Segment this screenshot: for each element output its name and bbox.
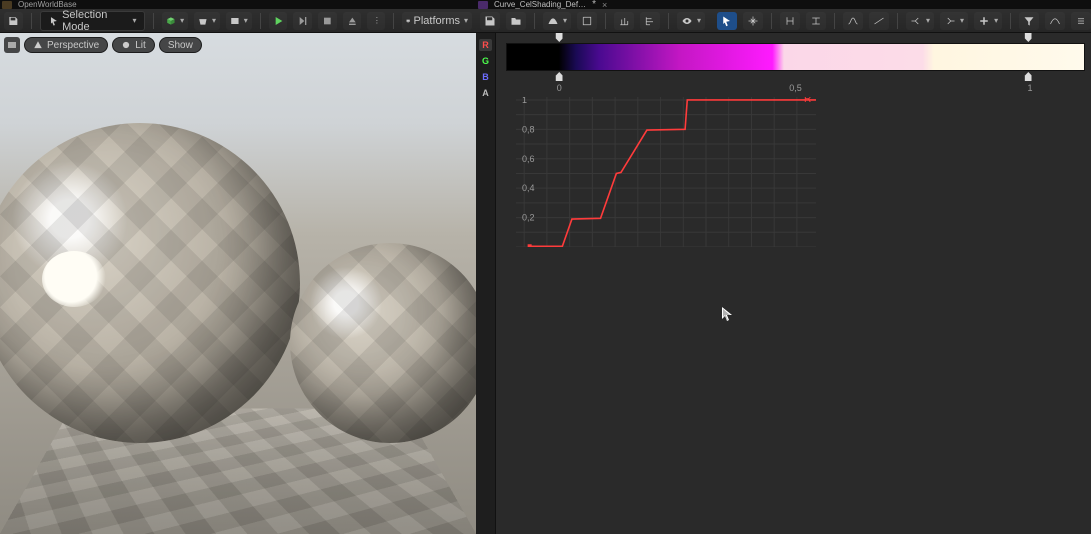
eject-button[interactable] — [343, 12, 362, 30]
filter-button[interactable] — [1019, 12, 1039, 30]
add-content-dropdown[interactable]: ▾ — [162, 12, 188, 30]
right-tab-label[interactable]: Curve_CelShading_Def… — [494, 0, 586, 9]
channel-column: R G B A — [476, 33, 496, 534]
curve-key[interactable] — [528, 244, 532, 247]
snap-time-button[interactable] — [577, 12, 597, 30]
gradient-preview — [496, 33, 1091, 83]
viewport-overlay: Perspective Lit Show — [4, 37, 202, 53]
y-axis-label: 0,2 — [522, 213, 535, 223]
curve-label-r: R — [804, 97, 811, 105]
visibility-dropdown[interactable]: ▾ — [677, 12, 705, 30]
separator — [31, 13, 32, 29]
transform-tool-button[interactable] — [743, 12, 763, 30]
separator — [260, 13, 261, 29]
curve-editor-panel: Curve_CelShading_Def… * × ▾ ▾ ▾ ▾ ▾ — [476, 0, 1091, 534]
platforms-label: Platforms — [414, 15, 460, 27]
curve-editor-body: R G B A 00,51 10,80,60,40,2R — [476, 33, 1091, 534]
save-button[interactable] — [4, 12, 23, 30]
x-axis: 00,51 — [506, 83, 1085, 97]
y-axis-label: 0,6 — [522, 154, 535, 164]
lit-label: Lit — [135, 40, 146, 51]
separator — [1010, 13, 1011, 29]
add-key-dropdown[interactable]: ▾ — [974, 12, 1002, 30]
preview-sphere-small — [290, 243, 476, 443]
platforms-dropdown[interactable]: Platforms ▾ — [402, 12, 472, 30]
specular-highlight — [42, 251, 106, 307]
post-infinity-dropdown[interactable]: ▾ — [940, 12, 968, 30]
stop-button[interactable] — [318, 12, 337, 30]
gradient-tick-bottom[interactable] — [1025, 72, 1032, 81]
separator — [534, 13, 535, 29]
save-asset-button[interactable] — [480, 12, 500, 30]
key-interp-button[interactable] — [1045, 12, 1065, 30]
step-button[interactable] — [293, 12, 312, 30]
flatten-tangents-button[interactable] — [843, 12, 863, 30]
straighten-tangents-button[interactable] — [869, 12, 889, 30]
channel-a[interactable]: A — [479, 87, 492, 99]
level-viewport[interactable]: Perspective Lit Show — [0, 33, 476, 534]
gradient-strip[interactable] — [506, 43, 1085, 71]
viewport-lit-dropdown[interactable]: Lit — [112, 37, 155, 53]
view-mode-dropdown[interactable]: ▾ — [543, 12, 571, 30]
world-icon — [2, 1, 12, 9]
value-snap-toggle[interactable] — [806, 12, 826, 30]
play-button[interactable] — [269, 12, 288, 30]
curve-graph[interactable]: 1 0,8 0,6 0,4 0,2 R — [516, 97, 816, 247]
separator — [771, 13, 772, 29]
selection-mode-dropdown[interactable]: Selection Mode ▾ — [40, 11, 146, 31]
chevron-down-icon: ▾ — [132, 16, 136, 25]
curve-toolbar: ▾ ▾ ▾ ▾ ▾ — [476, 9, 1091, 33]
y-axis-label: 0,8 — [522, 124, 535, 134]
channel-b[interactable]: B — [479, 71, 492, 83]
channel-r[interactable]: R — [479, 39, 492, 51]
pre-infinity-dropdown[interactable]: ▾ — [906, 12, 934, 30]
separator — [668, 13, 669, 29]
snap-value-toggle[interactable] — [640, 12, 660, 30]
perspective-label: Perspective — [47, 40, 99, 51]
gradient-tick-top[interactable] — [1025, 33, 1032, 42]
snap-time-toggle[interactable] — [614, 12, 634, 30]
x-axis-label: 0,5 — [789, 83, 802, 93]
gradient-bottom-ticks — [496, 71, 1091, 81]
separator — [897, 13, 898, 29]
x-axis-label: 1 — [1028, 83, 1033, 93]
y-axis-label: 1 — [522, 97, 527, 105]
curve-asset-icon — [478, 1, 488, 9]
gradient-tick-top[interactable] — [556, 33, 563, 42]
settings-button[interactable] — [1071, 12, 1091, 30]
curve-main-area: 00,51 10,80,60,40,2R — [496, 33, 1091, 534]
viewport-perspective-dropdown[interactable]: Perspective — [24, 37, 108, 53]
marketplace-dropdown[interactable]: ▾ — [194, 12, 220, 30]
gradient-top-ticks — [496, 33, 1091, 43]
viewport-show-dropdown[interactable]: Show — [159, 37, 202, 53]
select-tool-button[interactable] — [717, 12, 737, 30]
separator — [393, 13, 394, 29]
level-toolbar: Selection Mode ▾ ▾ ▾ ▾ ⋮ Platforms — [0, 9, 476, 33]
y-axis-label: 0,4 — [522, 183, 535, 193]
level-editor-panel: OpenWorldBase Selection Mode ▾ ▾ ▾ ▾ — [0, 0, 476, 534]
x-axis-label: 0 — [557, 83, 562, 93]
time-snap-toggle[interactable] — [780, 12, 800, 30]
show-label: Show — [168, 40, 193, 51]
viewport-options-button[interactable] — [4, 37, 20, 53]
right-tabstrip: Curve_CelShading_Def… * × — [476, 0, 1091, 9]
browse-asset-button[interactable] — [506, 12, 526, 30]
channel-g[interactable]: G — [479, 55, 492, 67]
cinematics-dropdown[interactable]: ▾ — [226, 12, 252, 30]
separator — [153, 13, 154, 29]
separator — [605, 13, 606, 29]
separator — [834, 13, 835, 29]
play-options-dropdown[interactable]: ⋮ — [367, 12, 385, 30]
gradient-tick-bottom[interactable] — [556, 72, 563, 81]
selection-mode-label: Selection Mode — [62, 9, 128, 33]
